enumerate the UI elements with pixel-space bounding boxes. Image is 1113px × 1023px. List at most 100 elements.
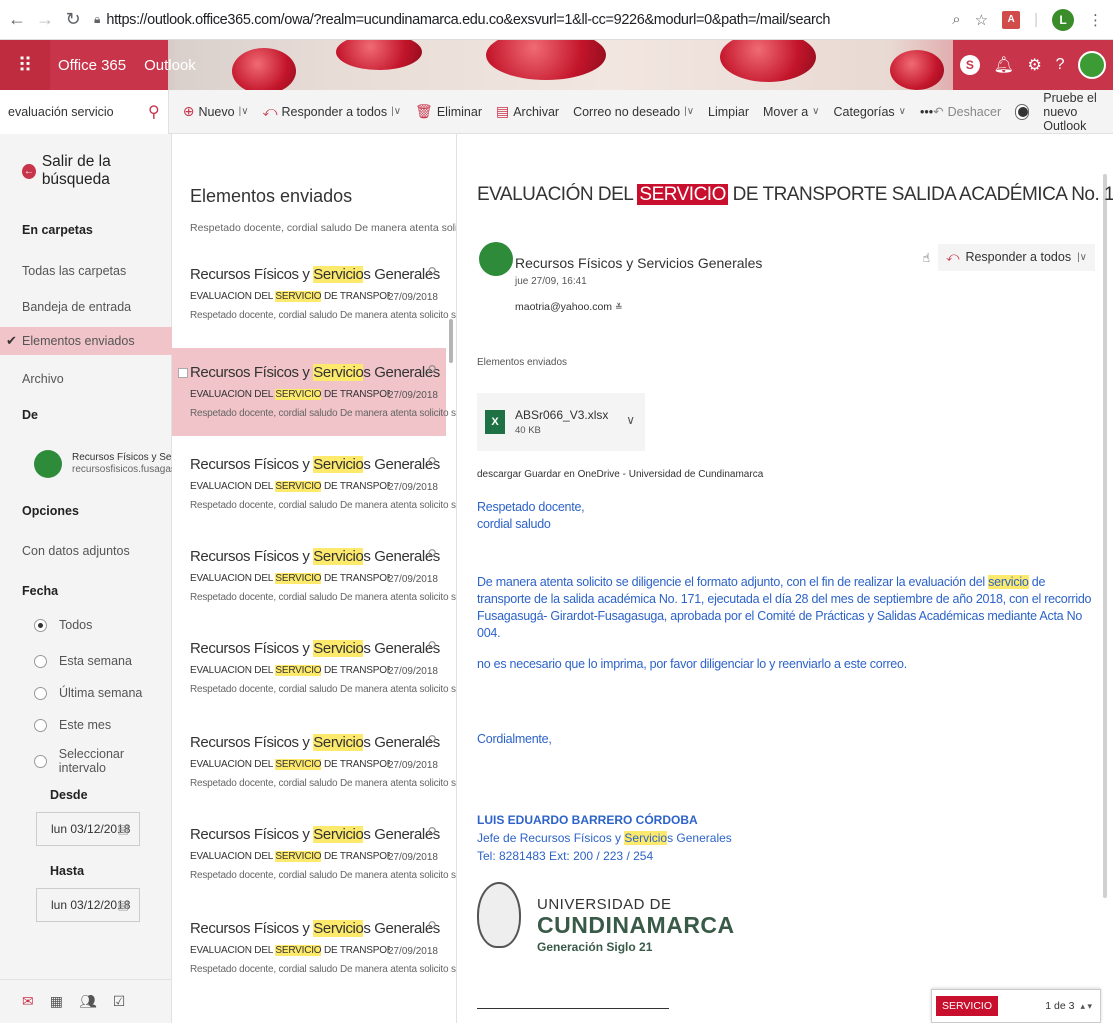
calendar-icon[interactable]: ▤	[118, 898, 129, 912]
list-item[interactable]: Recursos Físicos y Servicios Generales ⚲ E…	[172, 810, 456, 898]
from-filter-sender[interactable]: Recursos Físicos y Servicios G recursosf…	[0, 446, 172, 482]
move-button[interactable]: Mover a ∨	[763, 105, 819, 119]
find-nav-arrows[interactable]: ▴ ▾	[1080, 1001, 1092, 1012]
mail-icon[interactable]: ✉	[22, 993, 34, 1010]
user-avatar[interactable]	[1078, 51, 1107, 79]
list-item[interactable]: Recursos Físicos y Servicios Generales ⚲ E…	[172, 440, 456, 528]
new-button[interactable]: ⊕ Nuevo |∨	[183, 103, 249, 120]
url-text[interactable]: https://outlook.office365.com/owa/?realm…	[106, 12, 830, 28]
recipient[interactable]: maotria@yahoo.com ≚	[515, 301, 623, 313]
sender-text: Recursos Físicos y	[190, 456, 314, 473]
list-item-date: 27/09/2018	[387, 852, 438, 863]
subject-text: DE TRANSPORTE SALIDA	[323, 945, 390, 956]
radio[interactable]	[34, 754, 47, 768]
zoom-icon[interactable]: ⌕	[952, 11, 960, 28]
reply-all-button[interactable]: ⤺ Responder a todos |∨	[938, 243, 1095, 271]
radio[interactable]	[34, 718, 47, 732]
list-item-sender: Recursos Físicos y Servicios Generales	[190, 734, 440, 751]
calendar-icon[interactable]: ▦	[50, 993, 63, 1010]
calendar-icon[interactable]: ▤	[118, 822, 129, 836]
people-icon[interactable]: 👥︎	[79, 993, 97, 1010]
undo-button[interactable]: ↶ Deshacer	[933, 104, 1001, 120]
list-item[interactable]: Recursos Físicos y Servicios Generales ⚲ E…	[172, 904, 456, 992]
skype-icon[interactable]: S	[959, 55, 980, 75]
subject-text: DE TRANSPORTE SALIDA	[323, 665, 390, 676]
to-date-field[interactable]: lun 03/12/2018 ▤	[36, 888, 140, 922]
bell-icon[interactable]: 🔔︎	[994, 55, 1014, 75]
logo-text: UNIVERSIDAD DE	[537, 896, 672, 913]
search-box[interactable]: ⚲	[0, 89, 169, 134]
date-option-this-month[interactable]: Este mes	[0, 714, 172, 736]
archive-icon: ▤	[495, 103, 510, 119]
tasks-icon[interactable]: ☑	[113, 993, 126, 1010]
reload-icon[interactable]: ↻	[62, 9, 84, 31]
folder-all[interactable]: Todas las carpetas	[0, 260, 172, 282]
profile-avatar[interactable]: L	[1052, 8, 1074, 31]
sender-name[interactable]: Recursos Físicos y Servicios Generales	[515, 255, 762, 271]
archive-button[interactable]: ▤ Archivar	[496, 103, 559, 120]
star-icon[interactable]: ☆	[975, 11, 988, 29]
strawberry-image	[232, 48, 296, 90]
radio-selected[interactable]	[34, 618, 47, 632]
gear-icon[interactable]: ⚙	[1028, 55, 1042, 75]
chevron-down-icon[interactable]: ∨	[626, 413, 635, 427]
list-item-preview: Respetado docente, cordial saludo De man…	[190, 684, 457, 695]
body-text: Jefe de Recursos Físicos y	[477, 831, 625, 845]
list-item-preview: Respetado docente, cordial saludo De man…	[190, 310, 457, 321]
list-item[interactable]: Recursos Físicos y Servicios Generales ⚲ E…	[172, 624, 456, 712]
office365-label[interactable]: Office 365	[58, 57, 126, 74]
outlook-label[interactable]: Outlook	[144, 57, 196, 74]
list-item[interactable]: Recursos Físicos y Servicios Generales ⚲ E…	[172, 532, 456, 620]
date-option-all[interactable]: Todos	[0, 614, 172, 636]
with-attachments-filter[interactable]: Con datos adjuntos	[0, 540, 172, 562]
sender-text: Recursos Físicos y	[190, 548, 314, 565]
reply-all-label: Responder a todos	[965, 250, 1072, 264]
select-checkbox[interactable]	[178, 368, 188, 378]
radio[interactable]	[34, 654, 47, 668]
date-option-this-week[interactable]: Esta semana	[0, 650, 172, 672]
delete-button[interactable]: 🗑︎ Eliminar	[415, 103, 482, 120]
more-button[interactable]: •••	[920, 105, 933, 119]
search-icon[interactable]: ⚲	[148, 102, 160, 122]
list-item-sender: Recursos Físicos y Servicios Generales	[190, 640, 440, 657]
subject-text: DE TRANSPORTE SALIDA	[323, 291, 390, 302]
list-item-sender: Recursos Físicos y Servicios Generales	[190, 364, 440, 381]
forward-icon[interactable]: →	[34, 9, 56, 31]
like-icon[interactable]: ☝	[922, 250, 930, 265]
list-item[interactable]: Recursos Físicos y Servicios Generales ⚲ E…	[172, 250, 456, 338]
exit-search-button[interactable]: ← Salir de la búsqueda	[0, 153, 172, 188]
app-launcher-icon[interactable]: ⠿	[0, 40, 50, 90]
date-option-last-week[interactable]: Última semana	[0, 682, 172, 704]
pdf-extension-icon[interactable]: A	[1002, 10, 1021, 29]
date-option-range[interactable]: Seleccionar intervalo	[0, 747, 172, 775]
back-icon[interactable]: ←	[6, 9, 28, 31]
new-outlook-toggle[interactable]	[1015, 103, 1030, 120]
radio[interactable]	[34, 686, 47, 700]
sweep-button[interactable]: Limpiar	[708, 105, 749, 119]
find-term[interactable]: SERVICIO	[936, 996, 998, 1016]
attachment-card[interactable]: X ABSr066_V3.xlsx 40 KB ∨	[477, 393, 645, 451]
reply-actions: ☝ ⤺ Responder a todos |∨	[922, 242, 1095, 272]
folder-archive[interactable]: Archivo	[0, 368, 172, 390]
scrollbar[interactable]	[449, 319, 453, 363]
strawberry-image	[336, 40, 422, 70]
reply-all-button[interactable]: ⤺ Responder a todos |∨	[263, 103, 402, 120]
list-item-date: 27/09/2018	[387, 760, 438, 771]
list-item-subject: EVALUACIÓN DEL SERVICIO DE TRANSPORTE SA…	[190, 389, 390, 400]
from-date-field[interactable]: lun 03/12/2018 ▤	[36, 812, 140, 846]
list-item[interactable]: Recursos Físicos y Servicios Generales ⚲ E…	[172, 718, 456, 806]
attachment-actions[interactable]: descargar Guardar en OneDrive - Universi…	[477, 469, 763, 480]
address-bar[interactable]: 🔒︎ https://outlook.office365.com/owa/?re…	[94, 5, 952, 35]
folder-inbox[interactable]: Bandeja de entrada	[0, 296, 172, 318]
list-item[interactable]: Recursos Físicos y Servicios Generales ⚲ E…	[172, 348, 456, 436]
scrollbar[interactable]	[1103, 174, 1107, 898]
menu-dots-icon[interactable]: ⋮	[1088, 11, 1103, 29]
categories-button[interactable]: Categorías ∨	[834, 105, 906, 119]
sender-avatar[interactable]	[479, 242, 513, 276]
chevron-down-icon[interactable]: ≚	[615, 302, 623, 312]
help-icon[interactable]: ?	[1056, 56, 1065, 74]
search-input[interactable]	[8, 104, 148, 119]
junk-button[interactable]: Correo no deseado |∨	[573, 105, 694, 119]
list-item-preview[interactable]: Respetado docente, cordial saludo De man…	[190, 222, 456, 234]
folder-sent[interactable]: ✔ Elementos enviados	[0, 327, 172, 355]
